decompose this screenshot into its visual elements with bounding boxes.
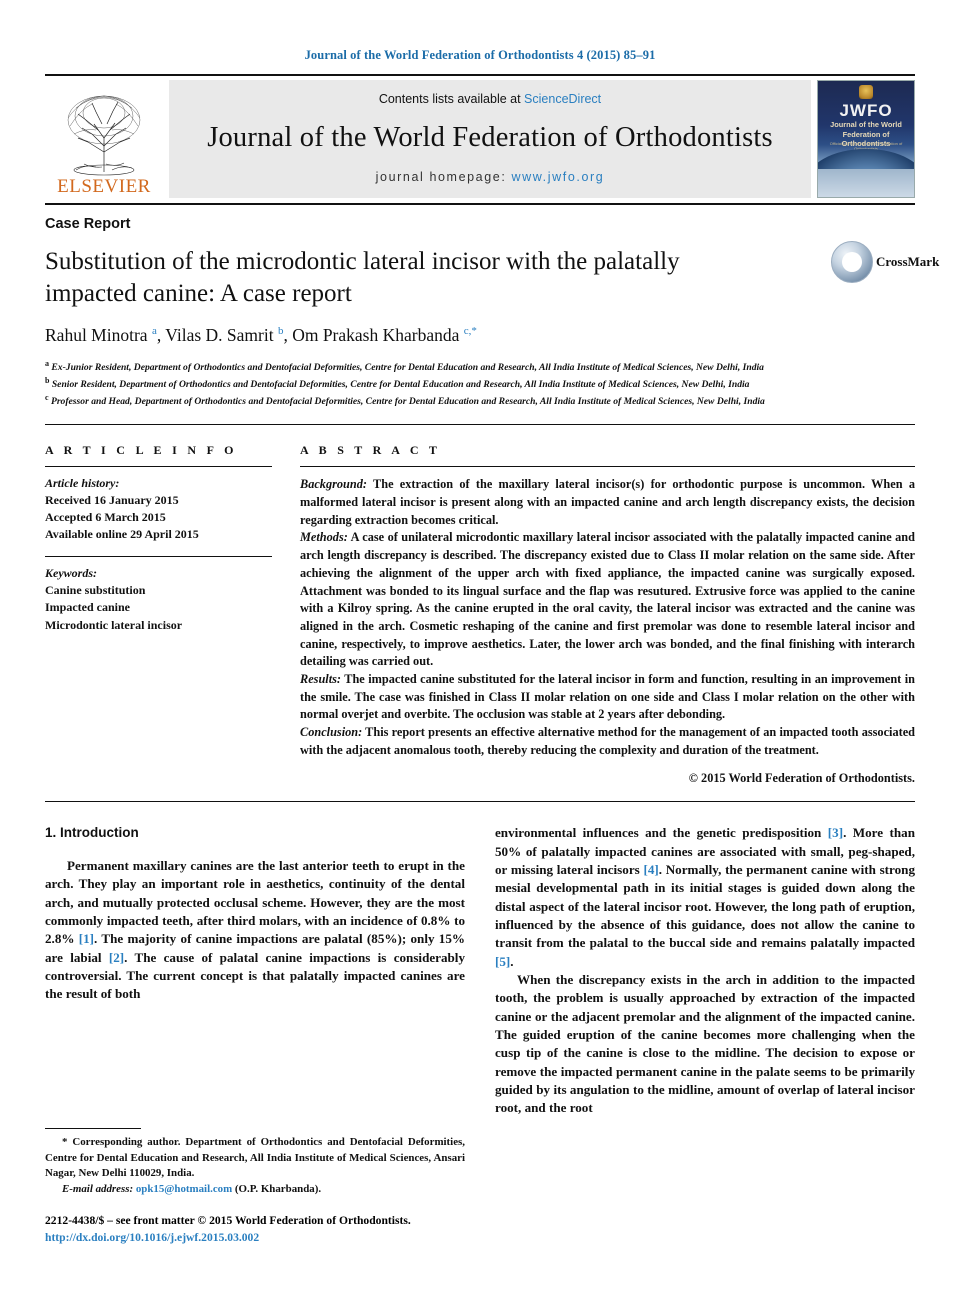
cover-subtitle-line1: Journal of the World	[830, 120, 902, 129]
article-info-heading: A R T I C L E I N F O	[45, 443, 238, 458]
journal-cover-thumbnail: JWFO Journal of the World Federation of …	[817, 80, 915, 198]
body-columns: 1. Introduction Permanent maxillary cani…	[45, 824, 915, 1117]
issn-block: 2212-4438/$ – see front matter © 2015 Wo…	[45, 1213, 465, 1246]
affiliation-item: a Ex-Junior Resident, Department of Orth…	[45, 359, 764, 374]
keyword-item: Microdontic lateral incisor	[45, 617, 183, 632]
article-header: Case Report Substitution of the microdon…	[45, 205, 939, 409]
article-type-label: Case Report	[45, 216, 131, 232]
article-info-rule	[45, 466, 272, 468]
keyword-item: Impacted canine	[45, 600, 130, 615]
abstract-body: Background: The extraction of the maxill…	[300, 476, 915, 787]
abstract-background-paragraph: Background: The extraction of the maxill…	[300, 476, 915, 529]
section-heading-introduction: 1. Introduction	[45, 825, 139, 841]
elsevier-tree-icon	[67, 95, 141, 176]
abstract-heading: A B S T R A C T	[300, 443, 441, 458]
article-info-separator	[45, 556, 272, 558]
journal-title: Journal of the World Federation of Ortho…	[207, 122, 773, 153]
affiliations: a Ex-Junior Resident, Department of Orth…	[45, 358, 800, 409]
top-rule	[45, 74, 915, 76]
email-note: E-mail address: opk15@hotmail.com (O.P. …	[45, 1182, 465, 1197]
running-head: Journal of the World Federation of Ortho…	[304, 48, 656, 62]
footnote-rule	[45, 1128, 141, 1130]
body-right-column: environmental influences and the genetic…	[495, 824, 915, 1117]
doi-link[interactable]: http://dx.doi.org/10.1016/j.ejwf.2015.03…	[45, 1230, 465, 1246]
issn-line: 2212-4438/$ – see front matter © 2015 Wo…	[45, 1214, 411, 1228]
elsevier-wordmark: ELSEVIER	[57, 176, 151, 197]
abstract-conclusion-text: This report presents an effective altern…	[300, 725, 915, 757]
keywords-block: Keywords: Canine substitution Impacted c…	[45, 565, 272, 633]
info-abstract-region: A R T I C L E I N F O Article history: R…	[45, 443, 915, 787]
body-left-column: 1. Introduction Permanent maxillary cani…	[45, 824, 465, 1117]
homepage-line: journal homepage: www.jwfo.org	[376, 170, 605, 184]
abstract-methods-label: Methods:	[300, 530, 348, 545]
homepage-prefix: journal homepage:	[375, 170, 512, 184]
abstract-bottom-rule	[45, 801, 915, 803]
intro-text-g: .	[510, 953, 514, 969]
author-list: Rahul Minotra a, Vilas D. Samrit b, Om P…	[45, 325, 477, 345]
history-item: Received 16 January 2015	[45, 493, 179, 508]
crossmark-badge[interactable]: CrossMark	[831, 230, 939, 294]
email-suffix: (O.P. Kharbanda).	[232, 1182, 322, 1195]
page-title: Substitution of the microdontic lateral …	[45, 248, 680, 307]
cover-acronym: JWFO	[839, 101, 893, 120]
abstract-results-text: The impacted canine substituted for the …	[300, 672, 915, 722]
crossmark-icon	[831, 241, 873, 283]
article-history-label: Article history:	[45, 476, 120, 491]
abstract-background-label: Background:	[300, 477, 367, 492]
contents-line: Contents lists available at ScienceDirec…	[379, 92, 601, 106]
email-link[interactable]: opk15@hotmail.com	[136, 1183, 232, 1195]
wfo-crest-icon	[859, 85, 873, 99]
article-info-column: A R T I C L E I N F O Article history: R…	[45, 443, 300, 787]
citation-2[interactable]: [2]	[109, 950, 124, 965]
masthead-center-panel: Contents lists available at ScienceDirec…	[169, 80, 811, 198]
affiliation-item: c Professor and Head, Department of Orth…	[45, 393, 765, 408]
contents-prefix: Contents lists available at	[378, 92, 525, 106]
keyword-item: Canine substitution	[45, 583, 146, 598]
footnote-area: * Corresponding author. Department of Or…	[45, 1128, 465, 1246]
elsevier-logo: ELSEVIER	[45, 80, 163, 198]
email-label: E-mail address:	[62, 1182, 134, 1195]
journal-masthead: ELSEVIER Contents lists available at Sci…	[45, 80, 915, 198]
intro-paragraph-right: environmental influences and the genetic…	[495, 824, 915, 971]
abstract-results-label: Results:	[300, 672, 341, 687]
intro-paragraph-left: Permanent maxillary canines are the last…	[45, 857, 465, 1004]
article-page: Journal of the World Federation of Ortho…	[0, 0, 960, 1290]
history-item: Available online 29 April 2015	[45, 527, 199, 542]
article-history-block: Article history: Received 16 January 201…	[45, 475, 272, 543]
intro-paragraph-right-2: When the discrepancy exists in the arch …	[495, 971, 915, 1116]
homepage-url-link[interactable]: www.jwfo.org	[511, 170, 604, 184]
intro-text-d: environmental influences and the genetic…	[495, 825, 828, 841]
abstract-background-text: The extraction of the maxillary lateral …	[300, 477, 915, 527]
history-item: Accepted 6 March 2015	[45, 510, 166, 525]
abstract-conclusion-paragraph: Conclusion: This report presents an effe…	[300, 724, 915, 759]
cover-bottom-band	[818, 169, 914, 197]
abstract-rule	[300, 466, 915, 468]
abstract-copyright: © 2015 World Federation of Orthodontists…	[688, 770, 915, 785]
sciencedirect-link[interactable]: ScienceDirect	[524, 92, 601, 106]
citation-5[interactable]: [5]	[495, 954, 510, 969]
corresponding-author-note: * Corresponding author. Department of Or…	[45, 1135, 465, 1181]
crossmark-label: CrossMark	[876, 254, 940, 269]
abstract-methods-paragraph: Methods: A case of unilateral microdonti…	[300, 529, 915, 671]
abstract-conclusion-label: Conclusion:	[300, 725, 363, 740]
abstract-methods-text: A case of unilateral microdontic maxilla…	[300, 530, 915, 669]
corresponding-author-text: Corresponding author. Department of Orth…	[45, 1136, 465, 1180]
citation-1[interactable]: [1]	[79, 931, 94, 946]
abstract-column: A B S T R A C T Background: The extracti…	[300, 443, 915, 787]
abstract-results-paragraph: Results: The impacted canine substituted…	[300, 671, 915, 724]
citation-4[interactable]: [4]	[643, 862, 658, 877]
keywords-label: Keywords:	[45, 566, 97, 581]
citation-3[interactable]: [3]	[828, 825, 843, 840]
footnote-block: * Corresponding author. Department of Or…	[45, 1135, 465, 1197]
header-bottom-rule	[45, 424, 915, 426]
affiliation-item: b Senior Resident, Department of Orthodo…	[45, 376, 750, 391]
